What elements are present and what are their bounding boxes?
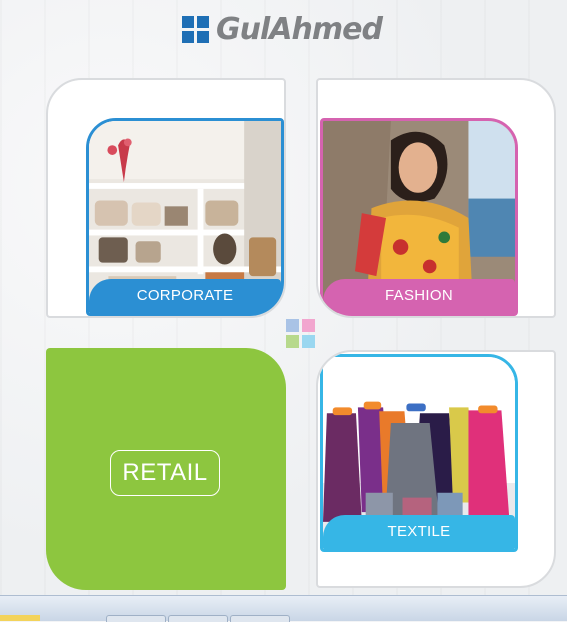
textile-label: TEXTILE — [387, 523, 451, 540]
start-button[interactable] — [0, 615, 40, 621]
retail-card[interactable]: RETAIL — [46, 348, 286, 590]
fashion-label: FASHION — [385, 287, 453, 304]
textile-card[interactable]: TEXTILE — [316, 350, 556, 588]
textile-label-band: TEXTILE — [323, 515, 515, 549]
fashion-label-band: FASHION — [323, 279, 515, 313]
taskbar-button[interactable] — [230, 615, 290, 622]
fashion-card[interactable]: FASHION — [316, 78, 556, 318]
fashion-tile[interactable]: FASHION — [320, 118, 518, 316]
corporate-label-band: CORPORATE — [89, 279, 281, 313]
retail-button[interactable]: RETAIL — [110, 450, 220, 496]
logo-mark-icon — [182, 16, 210, 44]
taskbar-button[interactable] — [106, 615, 166, 622]
textile-tile[interactable]: TEXTILE — [320, 354, 518, 552]
corporate-card[interactable]: CORPORATE — [46, 78, 286, 318]
taskbar-button[interactable] — [168, 615, 228, 622]
logo-wordmark: GulAhmed — [216, 12, 383, 47]
taskbar — [0, 595, 567, 622]
gulahmed-logo[interactable]: GulAhmed — [182, 12, 383, 47]
corporate-label: CORPORATE — [136, 287, 234, 304]
center-squares-decoration — [286, 319, 316, 349]
corporate-tile[interactable]: CORPORATE — [86, 118, 284, 316]
